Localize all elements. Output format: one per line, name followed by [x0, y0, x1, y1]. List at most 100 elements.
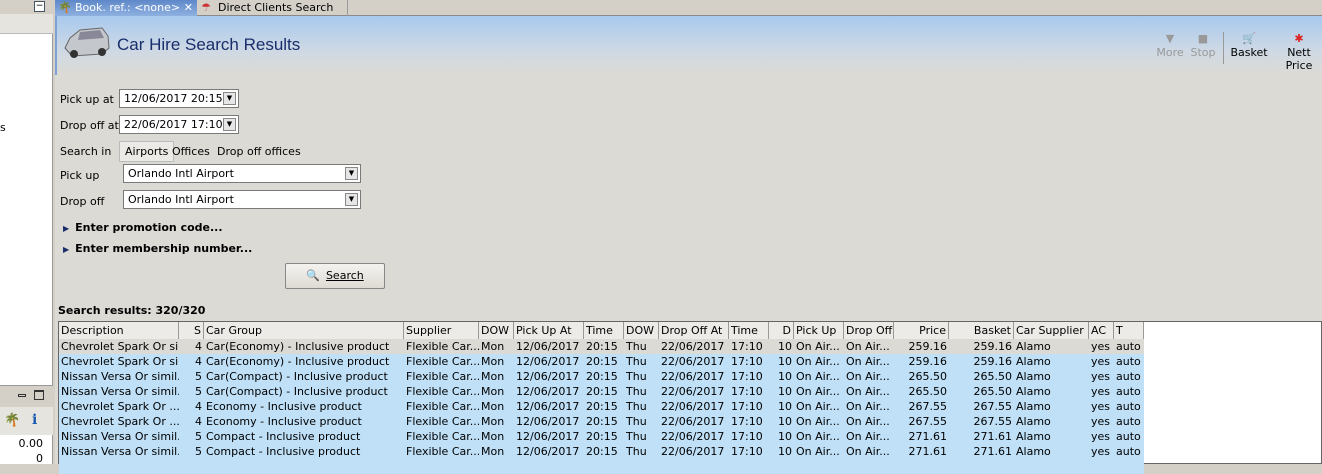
- chevron-down-icon[interactable]: ▼: [345, 167, 358, 180]
- table-row-partial[interactable]: [59, 459, 1144, 474]
- table-cell: On Air...: [796, 355, 840, 368]
- column-header[interactable]: Drop Off: [844, 322, 894, 339]
- table-cell: On Air...: [846, 340, 890, 353]
- table-cell: 271.61: [973, 430, 1013, 443]
- search-in-dropoff-offices[interactable]: Drop off offices: [217, 145, 301, 158]
- table-row[interactable]: Nissan Versa Or simil... 5 Compact - Inclu…: [59, 429, 1144, 444]
- table-cell: Mon: [481, 445, 505, 458]
- table-cell: On Air...: [846, 430, 890, 443]
- table-cell: Nissan Versa Or simil...: [61, 445, 179, 458]
- table-cell: 20:15: [586, 340, 618, 353]
- table-row[interactable]: Nissan Versa Or simil... 5 Car(Compact) - …: [59, 384, 1144, 399]
- table-cell: 12/06/2017: [516, 430, 580, 443]
- table-cell: Alamo: [1016, 340, 1051, 353]
- table-cell: Car(Economy) - Inclusive product: [206, 355, 390, 368]
- table-row[interactable]: Chevrolet Spark Or si... 4 Car(Economy) - …: [59, 339, 1144, 354]
- column-header[interactable]: Drop Off At: [659, 322, 729, 339]
- left-panel-toolbar: [0, 14, 53, 34]
- table-cell: 22/06/2017: [661, 445, 725, 458]
- table-cell: 17:10: [731, 340, 763, 353]
- table-cell: On Air...: [846, 370, 890, 383]
- membership-number-label: Enter membership number...: [75, 242, 253, 255]
- table-cell: 259.16: [973, 340, 1013, 353]
- car-icon: [64, 27, 110, 58]
- dropoff-at-label: Drop off at: [60, 119, 119, 132]
- column-header[interactable]: AC: [1089, 322, 1114, 339]
- dropoff-select[interactable]: Orlando Intl Airport ▼: [123, 190, 361, 209]
- table-cell: Chevrolet Spark Or si...: [61, 355, 179, 368]
- pickup-select[interactable]: Orlando Intl Airport ▼: [123, 164, 361, 183]
- column-header[interactable]: T: [1114, 322, 1144, 339]
- table-cell: yes: [1091, 385, 1111, 398]
- table-cell: On Air...: [796, 340, 840, 353]
- search-in-airports[interactable]: Airports: [119, 141, 175, 162]
- search-in-offices[interactable]: Offices: [172, 145, 210, 158]
- palm-icon[interactable]: 🌴: [4, 413, 20, 428]
- left-bottom-toolbar: 🌴 i: [0, 407, 53, 435]
- column-header[interactable]: Car Supplier: [1014, 322, 1089, 339]
- table-row[interactable]: Chevrolet Spark Or ... 4 Economy - Inclusi…: [59, 414, 1144, 429]
- value-2: 0: [36, 452, 43, 465]
- chevron-down-icon[interactable]: ▼: [223, 92, 236, 105]
- table-cell: 20:15: [586, 430, 618, 443]
- table-row[interactable]: Nissan Versa Or simil... 5 Car(Compact) - …: [59, 369, 1144, 384]
- table-cell: Compact - Inclusive product: [206, 445, 361, 458]
- membership-number-expander[interactable]: ▶ Enter membership number...: [63, 242, 252, 255]
- pickup-at-value: 12/06/2017 20:15: [124, 92, 223, 105]
- chevron-down-icon[interactable]: ▼: [345, 193, 358, 206]
- column-header[interactable]: Car Group: [204, 322, 404, 339]
- close-icon[interactable]: ✕: [184, 0, 193, 15]
- pickup-at-input[interactable]: 12/06/2017 20:15 ▼: [119, 89, 239, 108]
- nett-price-button[interactable]: ✱ Nett Price: [1274, 32, 1322, 72]
- table-cell: 22/06/2017: [661, 355, 725, 368]
- basket-label: Basket: [1230, 46, 1268, 59]
- table-cell: yes: [1091, 415, 1111, 428]
- table-cell: 20:15: [586, 400, 618, 413]
- pickup-value: Orlando Intl Airport: [128, 167, 234, 180]
- column-header[interactable]: Basket: [949, 322, 1014, 339]
- column-header[interactable]: Time: [584, 322, 624, 339]
- table-cell: 4: [195, 400, 202, 413]
- table-cell: 10: [778, 445, 792, 458]
- basket-button[interactable]: 🛒 Basket: [1229, 32, 1269, 59]
- column-header[interactable]: Price: [894, 322, 949, 339]
- column-header[interactable]: Pick Up: [794, 322, 844, 339]
- column-header[interactable]: Description: [59, 322, 179, 339]
- table-cell: auto: [1116, 355, 1141, 368]
- stop-button[interactable]: ■ Stop: [1188, 32, 1218, 59]
- dropoff-at-input[interactable]: 22/06/2017 17:10 ▼: [119, 115, 239, 134]
- tab-booking[interactable]: 🌴 Book. ref.: <none> ✕: [55, 0, 197, 16]
- promotion-code-label: Enter promotion code...: [75, 221, 223, 234]
- promotion-code-expander[interactable]: ▶ Enter promotion code...: [63, 221, 223, 234]
- minimize-icon[interactable]: [18, 394, 26, 397]
- table-row[interactable]: Chevrolet Spark Or ... 4 Economy - Inclusi…: [59, 399, 1144, 414]
- maximize-icon[interactable]: [34, 390, 44, 400]
- column-header[interactable]: Time: [729, 322, 769, 339]
- table-cell: 17:10: [731, 445, 763, 458]
- more-label: More: [1156, 46, 1184, 59]
- column-header[interactable]: DOW: [479, 322, 514, 339]
- table-cell: auto: [1116, 415, 1141, 428]
- table-cell: 259.16: [908, 340, 948, 353]
- column-header[interactable]: Supplier: [404, 322, 479, 339]
- pickup-label: Pick up: [60, 169, 100, 182]
- chevron-down-icon[interactable]: ▼: [223, 118, 236, 131]
- table-row[interactable]: Nissan Versa Or simil... 5 Compact - Inclu…: [59, 444, 1144, 459]
- dropoff-at-value: 22/06/2017 17:10: [124, 118, 223, 131]
- column-header[interactable]: S: [179, 322, 204, 339]
- collapse-icon[interactable]: −: [34, 1, 45, 12]
- table-cell: 5: [195, 370, 202, 383]
- search-button[interactable]: 🔍 Search: [285, 263, 385, 289]
- column-header[interactable]: D: [769, 322, 794, 339]
- table-cell: 17:10: [731, 430, 763, 443]
- column-header[interactable]: DOW: [624, 322, 659, 339]
- tab-direct-clients-search[interactable]: ☂ Direct Clients Search: [198, 0, 348, 16]
- table-cell: Thu: [626, 430, 647, 443]
- table-row[interactable]: Chevrolet Spark Or si... 4 Car(Economy) - …: [59, 354, 1144, 369]
- table-cell: Alamo: [1016, 445, 1051, 458]
- info-icon[interactable]: i: [32, 412, 37, 428]
- palm-icon: 🌴: [58, 1, 72, 14]
- column-header[interactable]: Pick Up At: [514, 322, 584, 339]
- search-label: Search: [325, 269, 364, 282]
- more-button[interactable]: ▼ More: [1155, 32, 1185, 59]
